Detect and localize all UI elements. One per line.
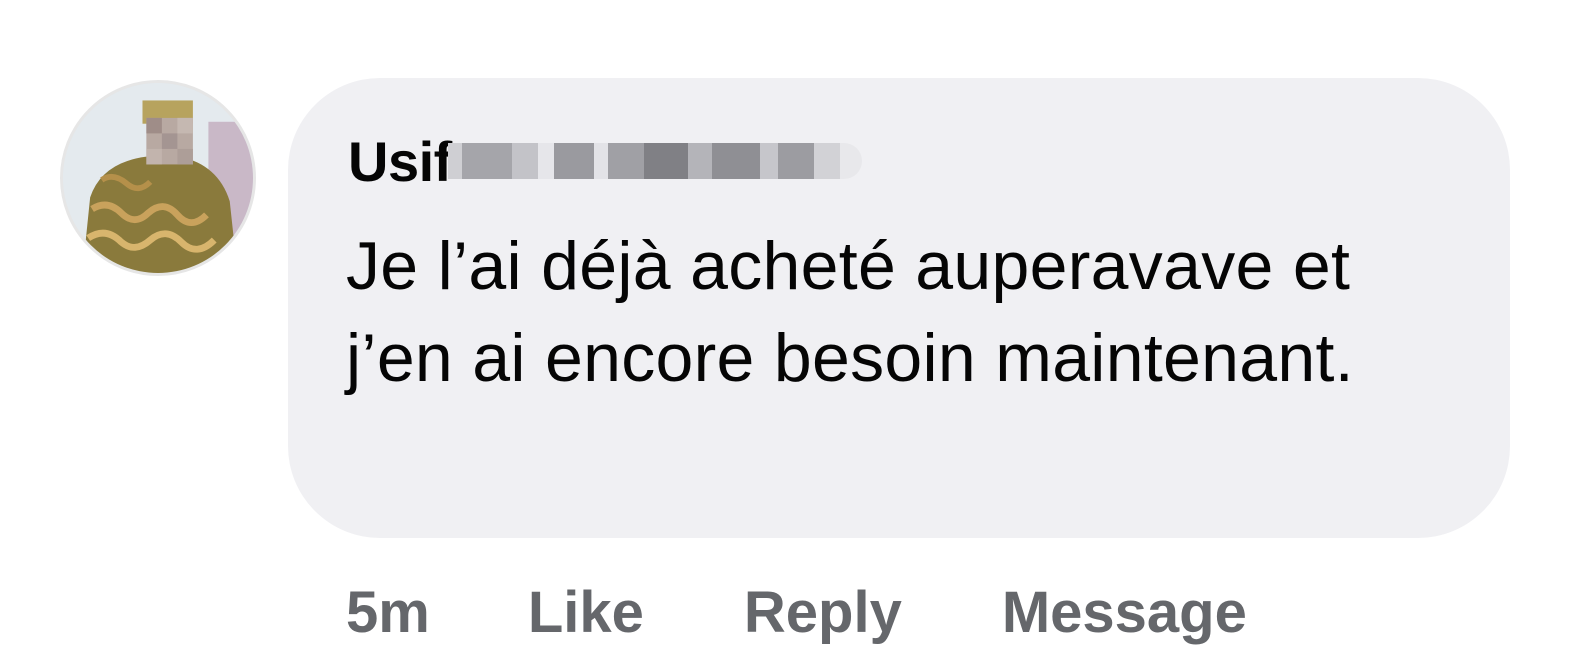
comment-actions: 5m Like Reply Message	[346, 578, 1247, 648]
name-redaction-blur	[448, 140, 892, 182]
reply-button[interactable]: Reply	[744, 578, 902, 648]
message-button[interactable]: Message	[1002, 578, 1247, 648]
like-button[interactable]: Like	[528, 578, 644, 648]
author-name[interactable]: Usif	[348, 130, 452, 193]
avatar[interactable]	[60, 80, 256, 276]
comment-text: Je l’ai déjà acheté auperavave et j’en a…	[346, 228, 1354, 396]
comment-bubble: Usif Je l’ai déjà acheté auperavave et j…	[288, 78, 1510, 538]
face-blur	[146, 117, 193, 165]
comment-author[interactable]: Usif	[348, 130, 862, 193]
avatar-photo	[63, 83, 253, 273]
comment-timestamp[interactable]: 5m	[346, 578, 430, 648]
